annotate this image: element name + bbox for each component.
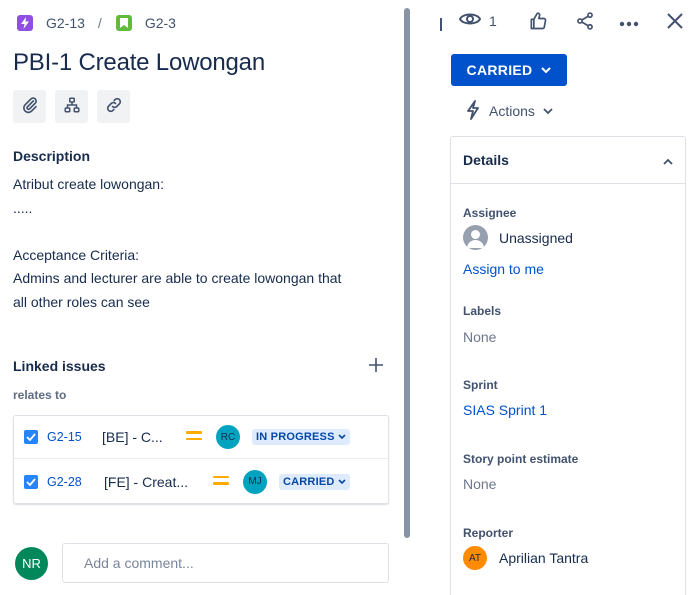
plus-icon [369,357,383,375]
child-issue-icon [63,96,81,117]
assignee-avatar: RC [216,425,240,449]
breadcrumb: G2-13 / G2-3 [17,12,176,34]
breadcrumb-separator: / [97,15,102,31]
reporter-avatar: AT [463,546,487,570]
linked-issue-key[interactable]: G2-15 [47,430,82,444]
lightning-icon [465,99,481,123]
panel-resize-handle[interactable] [440,18,442,31]
linked-issue-status[interactable]: IN PROGRESS [252,429,350,445]
attach-button[interactable] [13,90,46,123]
story-icon [115,15,132,31]
assignee-label: Assignee [463,206,517,220]
more-icon [619,14,639,30]
breadcrumb-story[interactable]: G2-3 [115,15,176,31]
add-child-issue-button[interactable] [55,90,88,123]
vote-button[interactable] [527,11,549,33]
share-button[interactable] [574,11,596,33]
assignee-avatar: MJ [243,469,267,494]
status-button-label: CARRIED [466,62,533,78]
link-icon [105,96,123,117]
details-header[interactable]: Details [451,137,685,184]
close-button[interactable] [664,11,686,33]
assignee-field[interactable]: Unassigned [463,225,573,250]
eye-icon [458,11,482,30]
reporter-label: Reporter [463,526,514,540]
close-icon [667,12,683,32]
actions-label: Actions [489,103,535,119]
chevron-down-icon [338,434,346,440]
status-label: CARRIED [283,475,335,488]
description-line: Acceptance Criteria: [13,246,140,263]
task-checkbox-icon [24,474,38,489]
details-panel: Details Assignee Unassigned Assign to me… [450,136,686,595]
reporter-name: Aprilian Tantra [499,550,589,566]
description-line: Admins and lecturer are able to create l… [13,270,342,286]
priority-medium-icon [213,475,229,488]
link-issue-button[interactable] [97,90,130,123]
unassigned-avatar-icon [463,225,488,250]
user-avatar: NR [15,547,48,580]
description-line: all other roles can see [13,293,150,310]
watch-button[interactable]: 1 [458,11,497,30]
comment-input[interactable] [62,543,389,583]
linked-issues-list: G2-15 [BE] - C... RC IN PROGRESS G2-28 [… [13,415,389,504]
reporter-field[interactable]: AT Aprilian Tantra [463,546,588,570]
breadcrumb-story-key: G2-3 [144,15,176,31]
issue-toolbar [13,90,130,123]
priority-medium-icon [186,431,202,443]
add-linked-issue-button[interactable] [366,356,386,376]
description-heading: Description [13,148,91,164]
share-icon [575,11,595,34]
page-title: PBI-1 Create Lowongan [13,49,265,76]
actions-button[interactable]: Actions [465,98,553,124]
relation-label: relates to [13,388,67,402]
linked-issue-row[interactable]: G2-28 [FE] - Creat... MJ CARRIED [14,460,388,503]
assign-to-me-link[interactable]: Assign to me [463,261,544,277]
linked-issue-status[interactable]: CARRIED [279,473,350,490]
chevron-down-icon [337,478,346,484]
details-title: Details [463,152,509,168]
task-checkbox-icon [24,430,38,444]
breadcrumb-epic[interactable]: G2-13 [17,15,85,31]
scrollbar[interactable] [404,8,410,538]
more-actions-button[interactable] [618,11,640,33]
sprint-value[interactable]: SIAS Sprint 1 [463,402,547,418]
chevron-up-icon [663,152,673,168]
story-points-value[interactable]: None [463,476,496,492]
linked-issues-heading: Linked issues [13,358,106,374]
epic-icon [17,15,33,31]
linked-issue-row[interactable]: G2-15 [BE] - C... RC IN PROGRESS [14,416,388,459]
chevron-down-icon [543,107,553,114]
attachment-icon [21,96,39,117]
description-line: ..... [13,199,33,216]
sprint-label: Sprint [463,378,498,392]
labels-value[interactable]: None [463,329,496,345]
chevron-down-icon [541,66,552,73]
status-dropdown-button[interactable]: CARRIED [451,54,567,86]
thumbs-up-icon [528,11,548,34]
linked-issue-key[interactable]: G2-28 [47,475,82,489]
description-body[interactable]: Atribut create lowongan: ..... Acceptanc… [13,173,393,314]
description-blank-line [13,220,393,244]
status-label: IN PROGRESS [256,431,335,443]
linked-issue-summary[interactable]: [FE] - Creat... [104,474,188,490]
labels-label: Labels [463,304,502,318]
linked-issue-summary[interactable]: [BE] - C... [102,429,163,445]
breadcrumb-epic-key: G2-13 [46,15,85,31]
watchers-count: 1 [489,12,497,29]
assignee-name: Unassigned [499,229,573,246]
description-line: Atribut create lowongan: [13,176,164,192]
story-points-label: Story point estimate [463,452,579,466]
